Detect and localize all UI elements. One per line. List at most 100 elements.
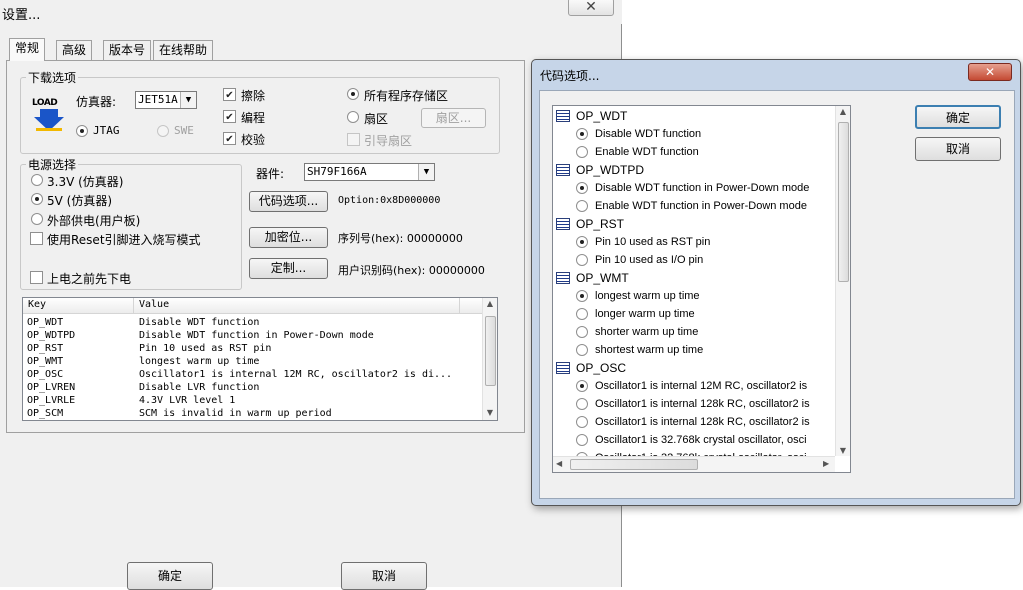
emulator-value: JET51A (138, 93, 178, 106)
option-group[interactable]: OP_RST (553, 215, 835, 233)
power-33v-radio[interactable] (31, 174, 43, 186)
scroll-down-icon[interactable]: ▼ (836, 446, 850, 455)
tab-general[interactable]: 常规 (9, 38, 46, 61)
encrypt-button[interactable]: 加密位... (249, 227, 328, 248)
customize-button[interactable]: 定制... (249, 258, 328, 279)
table-row[interactable]: OP_WDTPD Disable WDT function in Power-Do… (23, 329, 483, 342)
load-logo-text: LOAD (32, 98, 58, 108)
serial-number-text: 序列号(hex): 00000000 (338, 232, 463, 245)
window-title: 设置... (2, 8, 41, 23)
power-external-radio[interactable] (31, 213, 43, 225)
code-option-list[interactable]: OP_WDT Disable WDT function Enable WDT fun… (552, 105, 851, 473)
option-item[interactable]: shorter warm up time (553, 323, 835, 341)
option-group-label: OP_OSC (576, 361, 627, 375)
option-item[interactable]: Oscillator1 is internal 128k RC, oscilla… (553, 395, 835, 413)
ok-button[interactable]: 确定 (127, 562, 213, 590)
option-item[interactable]: Oscillator1 is internal 128k RC, oscilla… (553, 413, 835, 431)
swe-radio[interactable] (157, 125, 169, 137)
horizontal-scrollbar[interactable]: ◀ ▶ (553, 456, 835, 472)
option-radio[interactable] (576, 380, 588, 392)
close-button[interactable]: ✕ (568, 0, 614, 16)
jtag-radio[interactable] (76, 125, 88, 137)
chevron-down-icon: ▼ (180, 92, 196, 108)
table-row[interactable]: OP_RST Pin 10 used as RST pin (23, 342, 483, 355)
table-row[interactable]: OP_LVREN Disable LVR function (23, 381, 483, 394)
power-off-checkbox[interactable] (30, 271, 43, 284)
table-row[interactable]: OP_OSC Oscillator1 is internal 12M RC, os… (23, 368, 483, 381)
row-value: Oscillator1 is internal 12M RC, oscillat… (139, 369, 453, 380)
option-summary-list[interactable]: Key Value OP_WDT Disable WDT function OP_W… (22, 297, 498, 421)
tab-version[interactable]: 版本号 (103, 40, 152, 60)
vertical-scrollbar[interactable]: ▲ ▼ (482, 298, 497, 420)
all-storage-radio[interactable] (347, 88, 359, 100)
table-row[interactable]: OP_LVRLE 4.3V LVR level 1 (23, 394, 483, 407)
option-radio[interactable] (576, 434, 588, 446)
option-radio[interactable] (576, 308, 588, 320)
load-logo: LOAD (32, 98, 66, 132)
tab-online-help[interactable]: 在线帮助 (153, 40, 214, 60)
key-column-header[interactable]: Key (28, 299, 46, 310)
device-select[interactable]: SH79F166A ▼ (304, 163, 435, 181)
option-item[interactable]: longest warm up time (553, 287, 835, 305)
reset-pin-label: 使用Reset引脚进入烧写模式 (47, 233, 201, 247)
option-item[interactable]: Disable WDT function (553, 125, 835, 143)
option-item[interactable]: Pin 10 used as I/O pin (553, 251, 835, 269)
option-radio[interactable] (576, 128, 588, 140)
cancel-button[interactable]: 取消 (341, 562, 427, 590)
ok-button[interactable]: 确定 (915, 105, 1001, 129)
option-item[interactable]: Disable WDT function in Power-Down mode (553, 179, 835, 197)
emulator-select[interactable]: JET51A ▼ (135, 91, 197, 109)
scroll-thumb[interactable] (570, 459, 698, 470)
boot-sector-checkbox[interactable] (347, 133, 360, 146)
program-checkbox[interactable] (223, 110, 236, 123)
option-item[interactable]: Pin 10 used as RST pin (553, 233, 835, 251)
option-item[interactable]: longer warm up time (553, 305, 835, 323)
option-radio[interactable] (576, 344, 588, 356)
table-row[interactable]: OP_WMT longest warm up time (23, 355, 483, 368)
option-item[interactable]: shortest warm up time (553, 341, 835, 359)
scroll-thumb[interactable] (838, 122, 849, 282)
cancel-button[interactable]: 取消 (915, 137, 1001, 161)
reset-pin-checkbox[interactable] (30, 232, 43, 245)
code-option-button[interactable]: 代码选项... (249, 191, 328, 212)
option-radio[interactable] (576, 416, 588, 428)
tab-advanced[interactable]: 高级 (56, 40, 93, 60)
option-item[interactable]: Oscillator1 is internal 12M RC, oscillat… (553, 377, 835, 395)
option-radio[interactable] (576, 254, 588, 266)
option-radio[interactable] (576, 326, 588, 338)
dialog-client-area: OP_WDT Disable WDT function Enable WDT fun… (539, 90, 1015, 499)
scroll-up-icon[interactable]: ▲ (836, 107, 850, 116)
option-group[interactable]: OP_WDTPD (553, 161, 835, 179)
scroll-thumb[interactable] (485, 316, 496, 386)
option-radio[interactable] (576, 146, 588, 158)
scroll-down-icon[interactable]: ▼ (483, 408, 497, 417)
scroll-right-icon[interactable]: ▶ (823, 459, 829, 468)
erase-checkbox[interactable] (223, 88, 236, 101)
table-row[interactable]: OP_WDT Disable WDT function (23, 316, 483, 329)
option-item[interactable]: Enable WDT function in Power-Down mode (553, 197, 835, 215)
option-radio[interactable] (576, 236, 588, 248)
scroll-left-icon[interactable]: ◀ (556, 459, 562, 468)
option-item[interactable]: Enable WDT function (553, 143, 835, 161)
value-column-header[interactable]: Value (139, 299, 169, 310)
close-button[interactable]: ✕ (968, 63, 1012, 81)
table-row[interactable]: OP_SCM SCM is invalid in warm up period (23, 407, 483, 420)
column-divider (459, 298, 460, 313)
scroll-up-icon[interactable]: ▲ (483, 299, 497, 308)
option-group[interactable]: OP_WMT (553, 269, 835, 287)
power-5v-label: 5V (仿真器) (47, 194, 113, 208)
power-5v-radio[interactable] (31, 193, 43, 205)
row-key: OP_OSC (27, 369, 64, 380)
option-radio[interactable] (576, 290, 588, 302)
option-radio[interactable] (576, 200, 588, 212)
option-group[interactable]: OP_WDT (553, 107, 835, 125)
option-radio[interactable] (576, 182, 588, 194)
vertical-scrollbar[interactable]: ▲ ▼ (835, 106, 850, 456)
option-item[interactable]: Oscillator1 is 32.768k crystal oscillato… (553, 431, 835, 449)
verify-checkbox[interactable] (223, 132, 236, 145)
sector-button[interactable]: 扇区... (421, 108, 486, 128)
option-radio[interactable] (576, 398, 588, 410)
sector-radio[interactable] (347, 111, 359, 123)
option-group[interactable]: OP_OSC (553, 359, 835, 377)
option-label: Pin 10 used as RST pin (595, 236, 711, 248)
